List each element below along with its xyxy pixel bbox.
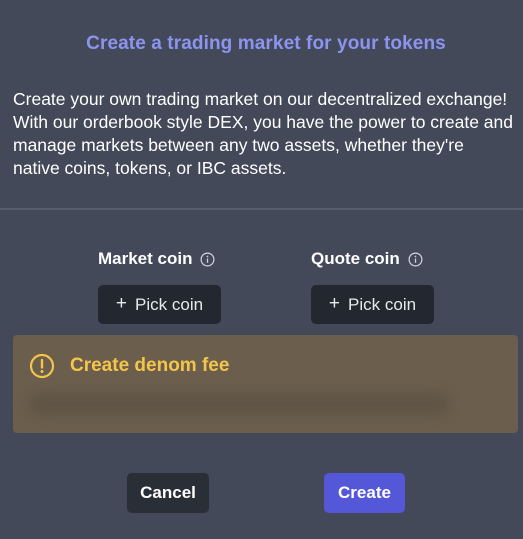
create-market-modal: Create a trading market for your tokens … [0, 0, 523, 539]
cancel-button[interactable]: Cancel [127, 473, 209, 513]
market-coin-label: Market coin [98, 249, 193, 268]
quote-coin-label-row: Quote coin [311, 248, 423, 270]
market-coin-label-row: Market coin [98, 248, 215, 270]
market-coin-pick-label: Pick coin [135, 294, 204, 314]
plus-icon: + [328, 292, 341, 314]
denom-fee-notice: Create denom fee [13, 335, 518, 433]
info-icon[interactable] [408, 252, 423, 267]
info-circle-icon [29, 353, 55, 379]
modal-title: Create a trading market for your tokens [86, 33, 446, 54]
denom-fee-title: Create denom fee [70, 355, 230, 376]
quote-coin-label: Quote coin [311, 249, 400, 268]
quote-coin-pick-button[interactable]: + Pick coin [311, 285, 434, 324]
quote-coin-pick-label: Pick coin [348, 294, 417, 314]
market-coin-pick-button[interactable]: + Pick coin [98, 285, 221, 324]
market-coin-section: Market coin [98, 248, 215, 270]
quote-coin-section: Quote coin [311, 248, 423, 270]
divider [0, 208, 523, 210]
denom-fee-header: Create denom fee [29, 353, 229, 379]
create-button[interactable]: Create [324, 473, 405, 513]
plus-icon: + [115, 292, 128, 314]
modal-description: Create your own trading market on our de… [13, 89, 513, 178]
denom-fee-loading-placeholder [29, 393, 449, 415]
info-icon[interactable] [200, 252, 215, 267]
